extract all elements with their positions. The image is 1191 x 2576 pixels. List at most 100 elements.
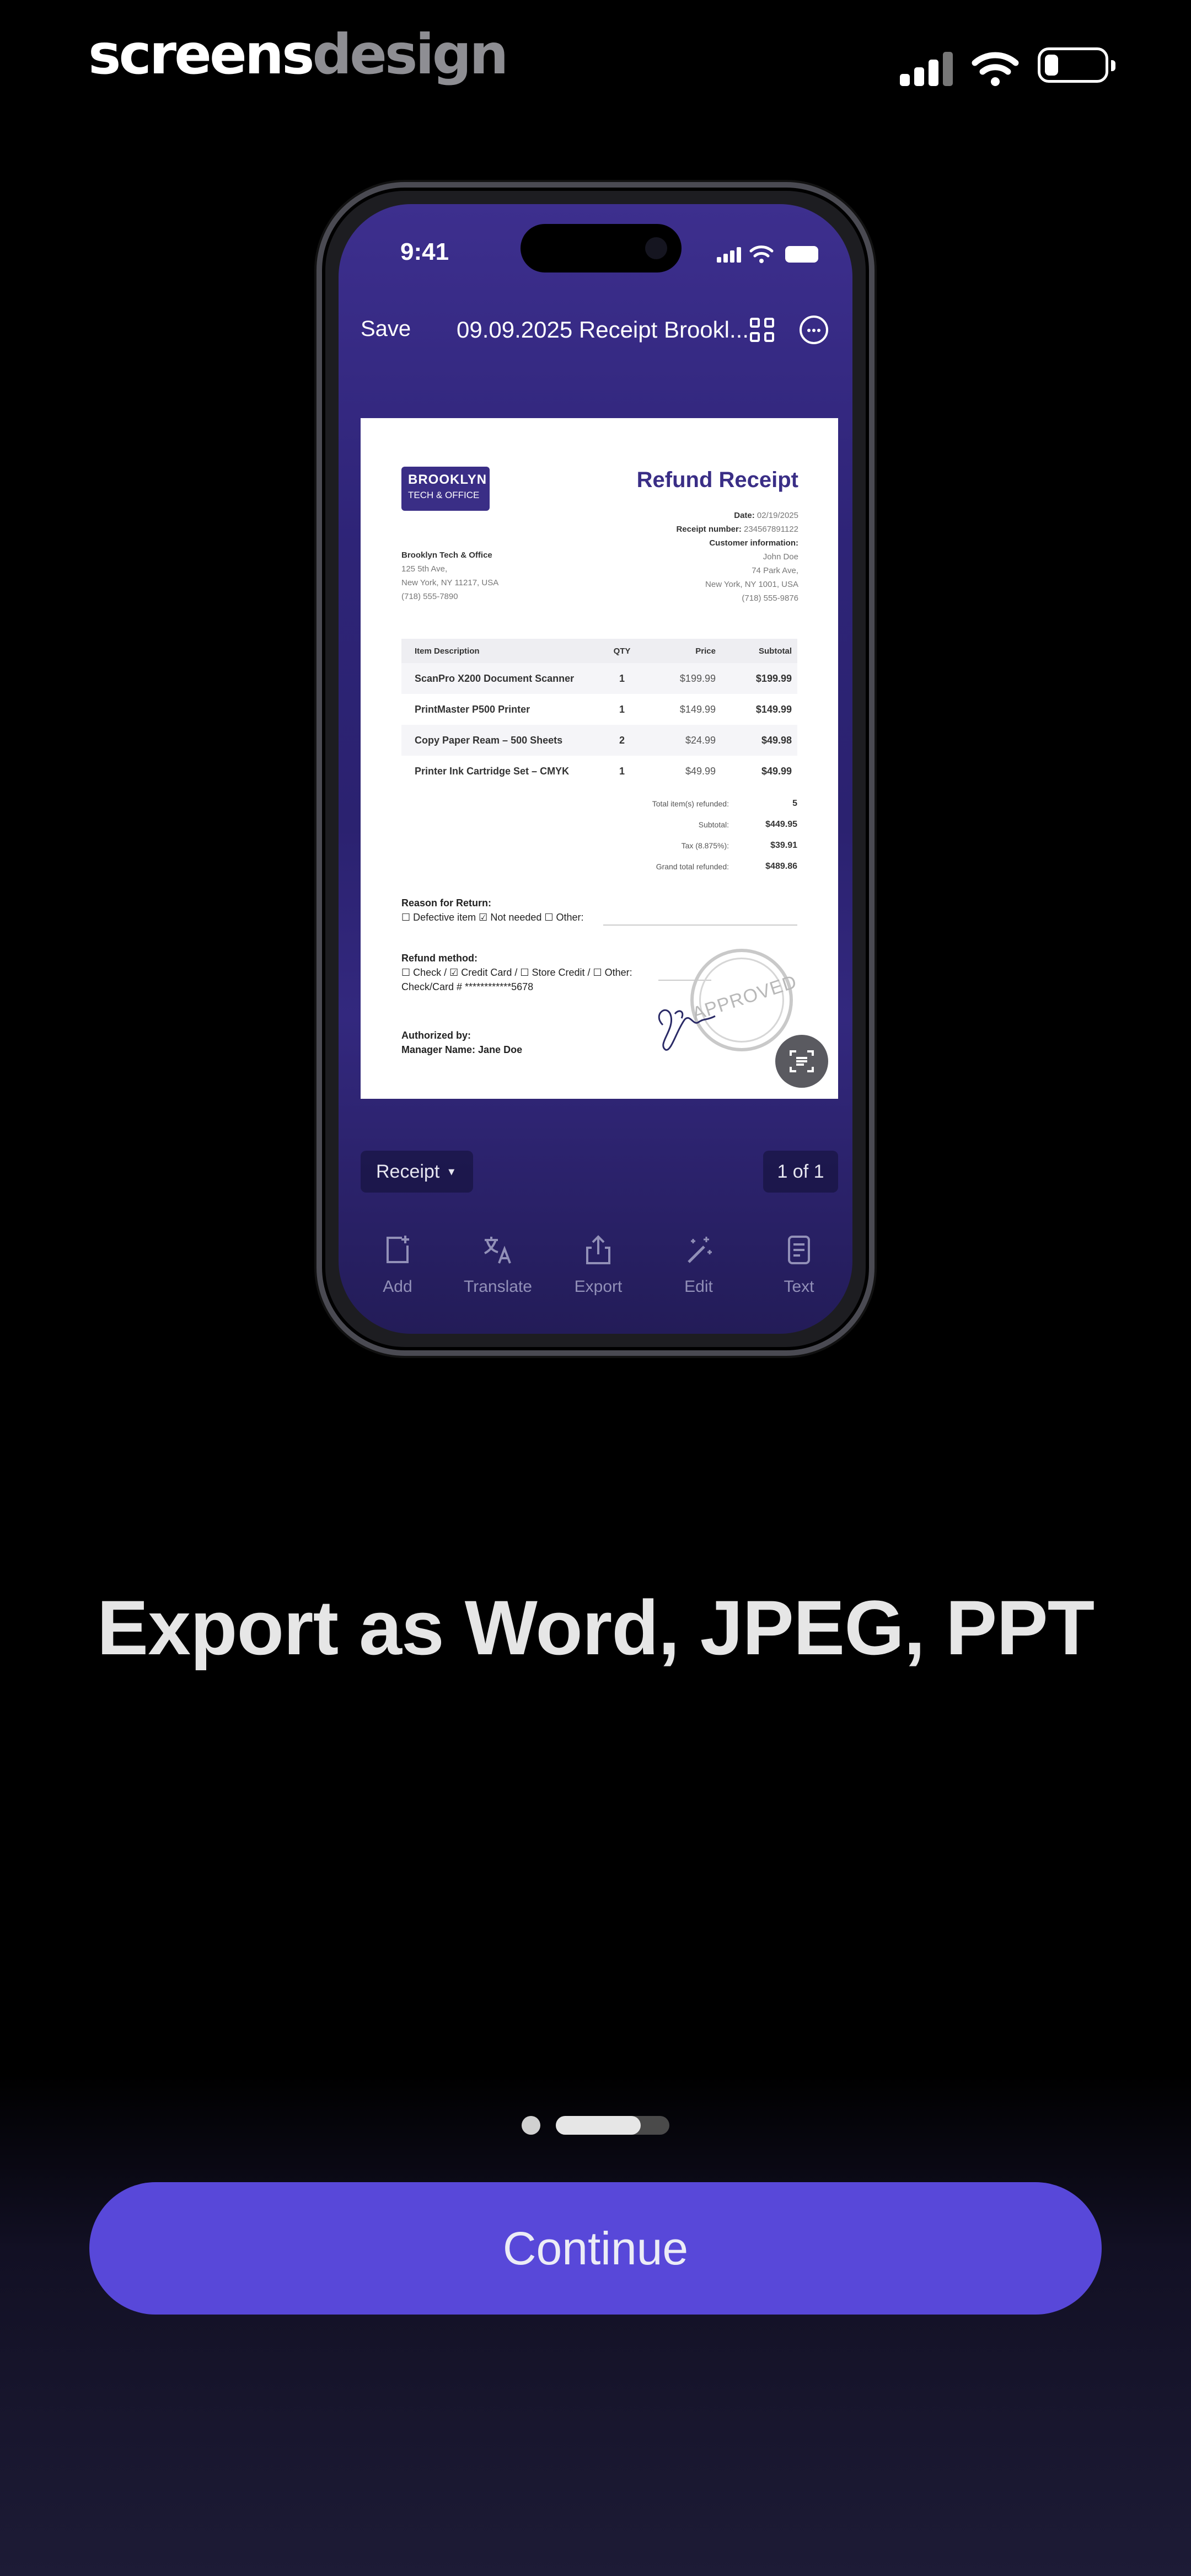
table-cell: $199.99 <box>679 672 716 684</box>
manager-line: Manager Name: Jane Doe <box>401 1044 523 1055</box>
bottom-gradient <box>0 2074 1191 2576</box>
table-row: PrintMaster P500 Printer 1 $149.99 $149.… <box>401 694 797 725</box>
grid-view-icon[interactable] <box>750 318 775 343</box>
brand-part-1: screens <box>88 22 314 87</box>
phone-wifi-icon <box>749 245 774 263</box>
toolbar-label: Add <box>383 1278 412 1296</box>
phone-screen: 9:41 Save 09.09.2025 Receipt Brookl... B… <box>339 204 852 1334</box>
toolbar-label: Translate <box>464 1278 532 1296</box>
document-type-dropdown[interactable]: Receipt ▾ <box>361 1151 473 1193</box>
document-text-icon <box>788 1236 810 1264</box>
total-value: $449.95 <box>765 820 797 829</box>
toolbar-label: Export <box>574 1278 623 1296</box>
text-scan-button[interactable] <box>775 1035 828 1088</box>
table-cell: 1 <box>619 703 625 715</box>
divider <box>603 924 797 926</box>
toolbar-label: Edit <box>684 1278 713 1296</box>
table-cell: $49.99 <box>685 765 716 777</box>
table-cell: 2 <box>619 734 625 746</box>
table-cell: Copy Paper Ream – 500 Sheets <box>415 734 563 746</box>
total-row: Subtotal: $449.95 <box>577 814 797 835</box>
signature-image <box>658 1009 716 1051</box>
total-row: Total item(s) refunded: 5 <box>577 793 797 814</box>
authorized-title: Authorized by: <box>401 1030 471 1041</box>
save-button[interactable]: Save <box>361 317 411 341</box>
store-logo: BROOKLYN TECH & OFFICE <box>401 467 490 511</box>
document-preview[interactable]: BROOKLYN TECH & OFFICE Refund Receipt Da… <box>361 418 838 1099</box>
toolbar-export-button[interactable]: Export <box>557 1233 640 1296</box>
translate-icon <box>484 1237 511 1264</box>
refund-method: Refund method: ☐ Check / ☑ Credit Card /… <box>401 951 632 994</box>
reason-title: Reason for Return: <box>401 897 492 908</box>
dynamic-island <box>521 224 682 272</box>
onboarding-headline: Export as Word, JPEG, PPT <box>96 1584 1095 1671</box>
status-bar: screensdesign <box>0 0 1191 121</box>
wifi-icon <box>972 52 1019 86</box>
phone-mockup: 9:41 Save 09.09.2025 Receipt Brookl... B… <box>316 182 875 1356</box>
return-reason: Reason for Return: ☐ Defective item ☑ No… <box>401 896 584 924</box>
receipt-number-value: 234567891122 <box>744 525 798 534</box>
phone-signal-icon <box>717 247 742 263</box>
total-label: Tax (8.875%): <box>681 841 729 850</box>
store-line: 125 5th Ave, <box>401 564 448 574</box>
method-options: ☐ Check / ☑ Credit Card / ☐ Store Credit… <box>401 967 632 978</box>
customer-line: (718) 555-9876 <box>742 594 798 603</box>
totals-block: Total item(s) refunded: 5 Subtotal: $449.9… <box>577 793 797 877</box>
document-type-label: Receipt <box>376 1161 440 1182</box>
brand-logo: screensdesign <box>88 22 508 87</box>
customer-line: New York, NY 1001, USA <box>705 580 798 589</box>
receipt-number-label: Receipt number: <box>676 525 742 534</box>
toolbar-add-button[interactable]: Add <box>356 1233 439 1296</box>
cellular-signal-icon <box>900 51 955 86</box>
logo-line-2: TECH & OFFICE <box>408 490 480 500</box>
document-title[interactable]: 09.09.2025 Receipt Brookl... <box>457 317 749 343</box>
table-cell: PrintMaster P500 Printer <box>415 703 530 715</box>
table-header: Item Description QTY Price Subtotal <box>401 639 797 663</box>
phone-status-time: 9:41 <box>400 238 449 265</box>
more-options-icon[interactable] <box>800 316 828 344</box>
scan-text-icon <box>790 1050 814 1072</box>
receipt-meta: Date: 02/19/2025 Receipt number: 2345678… <box>633 509 798 605</box>
bottom-toolbar: Add Translate Export Edit Text <box>339 1233 852 1311</box>
continue-button[interactable]: Continue <box>89 2182 1102 2315</box>
toolbar-label: Text <box>784 1278 814 1296</box>
page-dot-active[interactable] <box>556 2116 641 2135</box>
document-nav-bar: Save 09.09.2025 Receipt Brookl... <box>339 298 852 359</box>
toolbar-translate-button[interactable]: Translate <box>457 1233 539 1296</box>
receipt-title: Refund Receipt <box>636 468 798 492</box>
toolbar-text-button[interactable]: Text <box>758 1233 840 1296</box>
total-value: $39.91 <box>770 841 797 850</box>
add-page-icon <box>387 1236 409 1263</box>
total-row: Tax (8.875%): $39.91 <box>577 835 797 856</box>
battery-icon <box>1038 47 1115 83</box>
page-indicator: 1 of 1 <box>763 1151 838 1193</box>
total-label: Total item(s) refunded: <box>652 799 729 808</box>
table-row: ScanPro X200 Document Scanner 1 $199.99 … <box>401 663 797 694</box>
page-dots <box>522 2116 669 2135</box>
brand-part-2: design <box>312 22 508 87</box>
store-line: New York, NY 11217, USA <box>401 578 499 587</box>
table-cell: $49.99 <box>761 765 792 777</box>
table-body: ScanPro X200 Document Scanner 1 $199.99 … <box>401 663 797 787</box>
customer-label: Customer information: <box>709 538 798 548</box>
store-line: (718) 555-7890 <box>401 592 458 601</box>
reason-options: ☐ Defective item ☑ Not needed ☐ Other: <box>401 912 584 923</box>
date-label: Date: <box>734 511 755 520</box>
phone-battery-icon <box>785 246 818 263</box>
toolbar-edit-button[interactable]: Edit <box>657 1233 740 1296</box>
store-info: Brooklyn Tech & Office 125 5th Ave, New … <box>401 548 567 603</box>
logo-line-1: BROOKLYN <box>408 472 487 487</box>
total-value: 5 <box>792 799 797 808</box>
customer-line: 74 Park Ave, <box>752 566 798 575</box>
table-cell: $149.99 <box>755 703 792 715</box>
table-row: Copy Paper Ream – 500 Sheets 2 $24.99 $4… <box>401 725 797 756</box>
caret-down-icon: ▾ <box>448 1164 455 1178</box>
page-dot[interactable] <box>522 2116 540 2135</box>
magic-wand-icon <box>688 1237 712 1263</box>
table-cell: $24.99 <box>685 734 716 746</box>
table-cell: Printer Ink Cartridge Set – CMYK <box>415 765 570 777</box>
total-row: Grand total refunded: $489.86 <box>577 856 797 877</box>
date-value: 02/19/2025 <box>757 511 798 520</box>
table-cell: $199.99 <box>755 672 792 684</box>
column-header: Subtotal <box>759 646 792 656</box>
